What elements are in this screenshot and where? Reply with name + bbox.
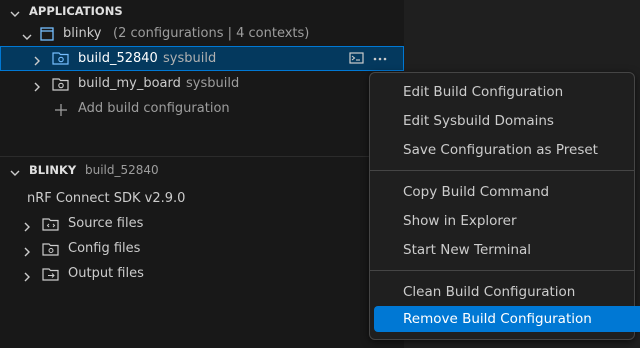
- applications-section-header[interactable]: APPLICATIONS: [0, 0, 404, 22]
- build-tag: sysbuild: [163, 51, 217, 66]
- blinky-title: BLINKY: [29, 163, 77, 177]
- build-tag: sysbuild: [186, 76, 240, 91]
- menu-item-remove-build-configuration[interactable]: Remove Build Configuration: [374, 306, 640, 332]
- applications-title: APPLICATIONS: [29, 4, 123, 18]
- menu-item-edit-build-configuration[interactable]: Edit Build Configuration: [374, 79, 640, 105]
- app-detail: (2 configurations | 4 contexts): [113, 26, 310, 41]
- add-build-label: Add build configuration: [78, 101, 230, 116]
- menu-item-clean-build-configuration[interactable]: Clean Build Configuration: [374, 279, 640, 305]
- build-name: build_my_board: [78, 76, 181, 91]
- menu-item-edit-sysbuild-domains[interactable]: Edit Sysbuild Domains: [374, 108, 640, 134]
- chevron-right-icon: [21, 268, 33, 292]
- folder-config-files[interactable]: Config files: [0, 237, 404, 261]
- chevron-down-icon: [9, 164, 21, 186]
- menu-separator: [370, 170, 634, 171]
- app-row-blinky[interactable]: blinky (2 configurations | 4 contexts): [0, 22, 404, 46]
- section-divider: [0, 156, 404, 157]
- menu-item-start-new-terminal[interactable]: Start New Terminal: [374, 237, 640, 263]
- more-actions-icon[interactable]: [371, 50, 389, 74]
- menu-item-show-in-explorer[interactable]: Show in Explorer: [374, 208, 640, 234]
- folder-label: Output files: [68, 266, 144, 281]
- folder-output-files[interactable]: Output files: [0, 262, 404, 286]
- folder-label: Source files: [68, 216, 144, 231]
- menu-separator: [370, 270, 634, 271]
- blinky-section-header[interactable]: BLINKY build_52840: [0, 159, 404, 181]
- menu-item-copy-build-command[interactable]: Copy Build Command: [374, 179, 640, 205]
- build-row-build_52840[interactable]: build_52840 sysbuild: [0, 46, 404, 71]
- folder-source-files[interactable]: Source files: [0, 212, 404, 236]
- menu-item-save-configuration-as-preset[interactable]: Save Configuration as Preset: [374, 137, 640, 163]
- build-terminal-icon[interactable]: [348, 50, 366, 74]
- output-folder-icon: [42, 266, 60, 291]
- build-config-icon: [52, 50, 70, 74]
- sdk-version: nRF Connect SDK v2.9.0: [27, 191, 186, 206]
- folder-label: Config files: [68, 241, 141, 256]
- add-build-configuration[interactable]: Add build configuration: [0, 97, 404, 121]
- app-name: blinky: [63, 26, 102, 41]
- plus-icon: [54, 102, 68, 126]
- build-row-build_my_board[interactable]: build_my_board sysbuild: [0, 72, 404, 96]
- blinky-build-label: build_52840: [85, 163, 159, 177]
- context-menu: Edit Build Configuration Edit Sysbuild D…: [369, 72, 640, 340]
- build-name: build_52840: [78, 51, 158, 66]
